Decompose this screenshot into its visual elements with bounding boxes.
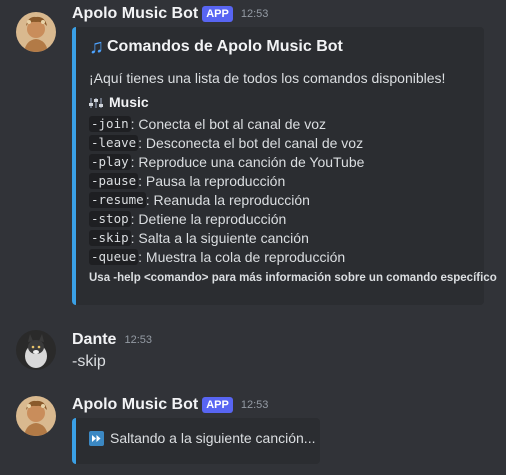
username[interactable]: Dante <box>72 331 116 349</box>
app-badge: APP <box>202 397 233 413</box>
embed-title-text: Comandos de Apolo Music Bot <box>107 38 343 55</box>
control-knobs-icon <box>89 96 103 108</box>
command-row: -stop : Detiene la reproducción <box>89 209 364 228</box>
command-description: : Detiene la reproducción <box>130 210 287 227</box>
message-content: -skip <box>72 353 106 370</box>
skip-embed: Saltando a la siguiente canción... <box>72 418 320 464</box>
section-title-text: Music <box>109 94 149 110</box>
app-badge: APP <box>202 6 233 22</box>
message-header: Apolo Music Bot APP 12:53 <box>72 4 268 24</box>
command-code: -join <box>89 115 131 132</box>
embed-text: Saltando a la siguiente canción... <box>110 430 316 446</box>
embed-description: ¡Aquí tienes una lista de todos los coma… <box>89 70 446 86</box>
command-row: -leave : Desconecta el bot del canal de … <box>89 133 364 152</box>
message-header: Dante 12:53 <box>72 330 152 350</box>
command-code: -leave <box>89 134 139 151</box>
command-row: -skip : Salta a la siguiente canción <box>89 228 364 247</box>
command-code: -play <box>89 153 131 170</box>
message-user: Dante 12:53 -skip <box>0 325 506 385</box>
command-code: -pause <box>89 172 139 189</box>
bot-avatar[interactable] <box>16 12 56 52</box>
embed-content: Saltando a la siguiente canción... <box>89 430 315 446</box>
command-description: : Muestra la cola de reproducción <box>138 248 346 265</box>
section-title: Music <box>89 94 149 110</box>
command-description: : Pausa la reproducción <box>138 172 286 189</box>
command-row: -pause : Pausa la reproducción <box>89 171 364 190</box>
embed-footer: Usa -help <comando> para más información… <box>89 272 497 284</box>
command-row: -resume : Reanuda la reproducción <box>89 190 364 209</box>
bot-avatar[interactable] <box>16 396 56 436</box>
command-description: : Reproduce una canción de YouTube <box>130 153 365 170</box>
command-description: : Reanuda la reproducción <box>145 191 310 208</box>
embed-title: ♫ Comandos de Apolo Music Bot <box>89 37 343 57</box>
fast-forward-icon <box>89 430 104 446</box>
username[interactable]: Apolo Music Bot <box>72 396 198 414</box>
command-row: -play : Reproduce una canción de YouTube <box>89 152 364 171</box>
message-header: Apolo Music Bot APP 12:53 <box>72 395 268 415</box>
username[interactable]: Apolo Music Bot <box>72 5 198 23</box>
help-embed: ♫ Comandos de Apolo Music Bot ¡Aquí tien… <box>72 27 497 305</box>
message-bot-skip: Apolo Music Bot APP 12:53 Saltando a la … <box>0 388 506 475</box>
command-list: -join : Conecta el bot al canal de voz -… <box>89 114 364 266</box>
command-description: : Desconecta el bot del canal de voz <box>138 134 364 151</box>
user-avatar[interactable] <box>16 330 56 370</box>
command-code: -stop <box>89 210 131 227</box>
command-code: -skip <box>89 229 131 246</box>
command-row: -queue : Muestra la cola de reproducción <box>89 247 364 266</box>
timestamp[interactable]: 12:53 <box>241 399 269 411</box>
command-code: -queue <box>89 248 139 265</box>
timestamp[interactable]: 12:53 <box>124 334 152 346</box>
timestamp[interactable]: 12:53 <box>241 8 269 20</box>
command-description: : Conecta el bot al canal de voz <box>130 115 326 132</box>
command-description: : Salta a la siguiente canción <box>130 229 309 246</box>
message-bot-help: Apolo Music Bot APP 12:53 ♫ Comandos de … <box>0 0 506 310</box>
command-code: -resume <box>89 191 146 208</box>
command-row: -join : Conecta el bot al canal de voz <box>89 114 364 133</box>
musical-notes-icon: ♫ <box>89 36 104 58</box>
